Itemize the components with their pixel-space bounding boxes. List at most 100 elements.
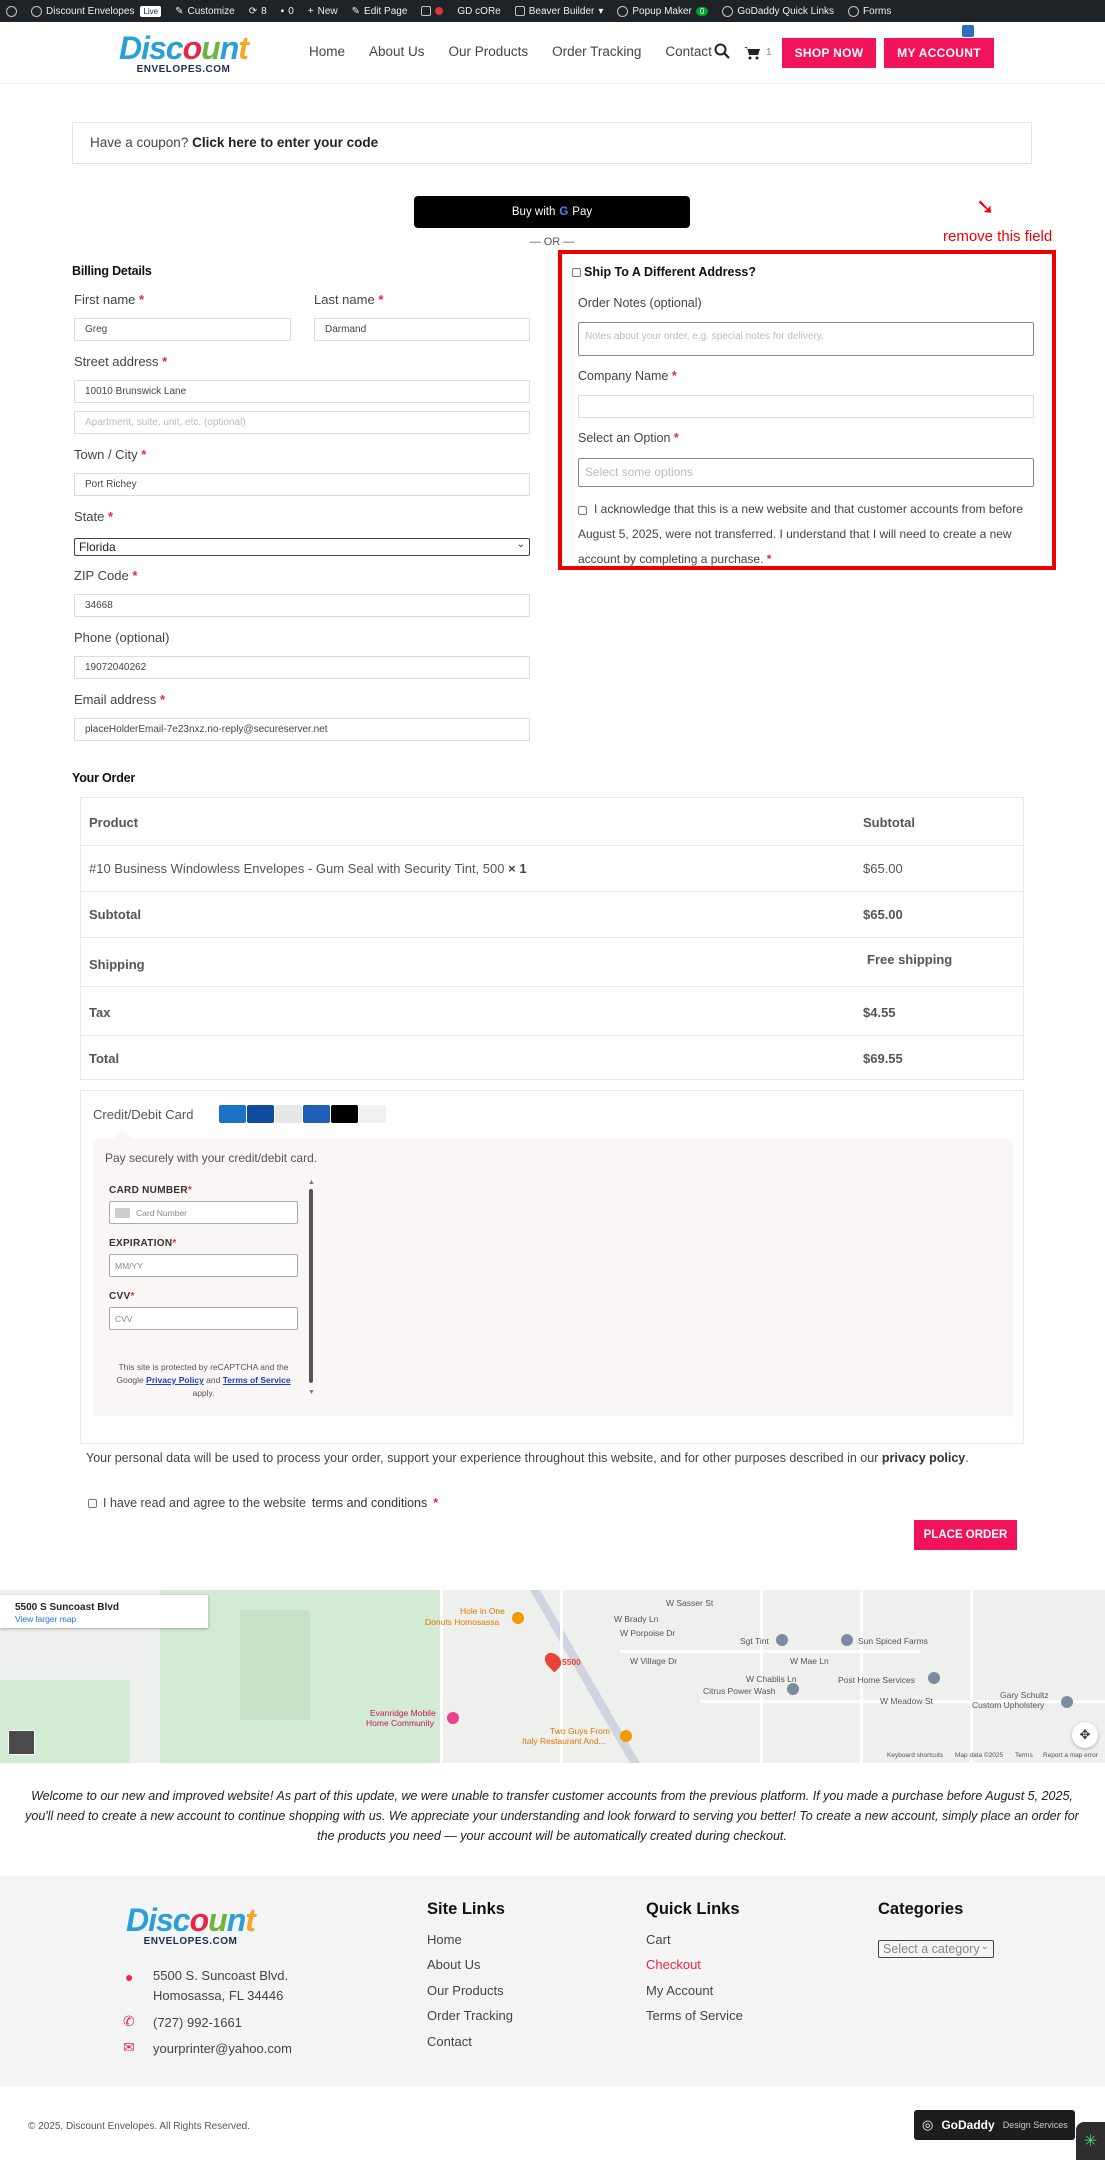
search-icon[interactable] xyxy=(714,43,730,62)
state-select[interactable]: Florida ⌄ xyxy=(74,538,530,556)
nav-about-us[interactable]: About Us xyxy=(369,44,425,59)
google-pay-button[interactable]: Buy with G Pay xyxy=(414,196,690,228)
cart-icon[interactable]: 1 xyxy=(744,46,772,60)
citrus-wash-poi-icon[interactable] xyxy=(787,1683,799,1695)
nav-order-tracking[interactable]: Order Tracking xyxy=(552,44,641,59)
expiration-field[interactable]: MM/YY xyxy=(109,1254,298,1277)
admin-popup-maker[interactable]: Popup Maker 0 xyxy=(617,5,709,17)
admin-forms[interactable]: Forms xyxy=(848,5,891,17)
zip-label: ZIP Code * xyxy=(74,568,138,583)
admin-bar: Discount Envelopes Live ✎ Customize ⟳ 8 ▪ 0… xyxy=(0,0,1105,22)
admin-yoast[interactable] xyxy=(421,6,444,16)
footer-link-cart[interactable]: Cart xyxy=(646,1932,671,1947)
admin-site-name[interactable]: Discount Envelopes xyxy=(31,5,134,17)
brush-icon: ✎ xyxy=(175,5,184,17)
place-order-button[interactable]: PLACE ORDER xyxy=(914,1520,1017,1550)
mastercard-icon xyxy=(331,1105,358,1123)
view-larger-map-link[interactable]: View larger map xyxy=(15,1614,76,1624)
admin-customize[interactable]: ✎ Customize xyxy=(175,6,235,17)
terms-link[interactable]: terms and conditions xyxy=(312,1496,427,1510)
footer-link-our-products[interactable]: Our Products xyxy=(427,1983,504,1998)
footer-logo[interactable]: Discount ENVELOPES.COM xyxy=(126,1904,256,1947)
beaver-icon xyxy=(514,6,525,16)
shop-now-button[interactable]: SHOP NOW xyxy=(782,38,876,68)
popup-icon xyxy=(617,5,629,17)
admin-beaver-builder[interactable]: Beaver Builder ▾ xyxy=(514,6,603,17)
footer-link-contact[interactable]: Contact xyxy=(427,2034,472,2049)
order-notes-textarea[interactable]: Notes about your order, e.g. special not… xyxy=(578,322,1034,356)
upholstery-poi-icon[interactable] xyxy=(1061,1696,1073,1708)
footer-phone[interactable]: (727) 992-1661 xyxy=(153,2013,242,2033)
wordpress-logo-item[interactable] xyxy=(6,5,17,17)
welcome-notice: Welcome to our new and improved website!… xyxy=(25,1789,1079,1843)
card-number-field[interactable]: Card Number xyxy=(109,1201,298,1224)
nav-our-products[interactable]: Our Products xyxy=(449,44,529,59)
mobile-home-poi-icon[interactable] xyxy=(447,1712,459,1724)
scroll-down-icon[interactable]: ▼ xyxy=(308,1389,315,1396)
footer-link-my-account[interactable]: My Account xyxy=(646,1983,713,1998)
donut-poi-icon[interactable] xyxy=(512,1612,524,1624)
footer-link-home[interactable]: Home xyxy=(427,1932,462,1947)
street2-field[interactable]: Apartment, suite, unit, etc. (optional) xyxy=(74,411,530,434)
site-logo[interactable]: Discount ENVELOPES.COM xyxy=(119,32,249,75)
last-name-field[interactable]: Darmand xyxy=(314,318,530,341)
privacy-policy-link[interactable]: Privacy Policy xyxy=(146,1375,204,1385)
footer-link-checkout[interactable]: Checkout xyxy=(646,1957,701,1972)
terms-checkbox[interactable] xyxy=(88,1498,97,1508)
admin-edit-page[interactable]: ✎ Edit Page xyxy=(352,6,408,17)
footer-email[interactable]: yourprinter@yahoo.com xyxy=(153,2039,292,2059)
keyboard-shortcuts-link[interactable]: Keyboard shortcuts xyxy=(887,1752,943,1759)
street-view-thumbnail[interactable] xyxy=(8,1730,35,1755)
sgt-tint-poi-icon[interactable] xyxy=(776,1634,788,1646)
scroll-up-icon[interactable]: ▲ xyxy=(308,1179,315,1186)
coupon-notice: Have a coupon? Click here to enter your … xyxy=(72,122,1032,164)
live-badge: Live xyxy=(140,5,162,17)
map-address: 5500 S Suncoast Blvd xyxy=(15,1602,119,1613)
nav-home[interactable]: Home xyxy=(309,44,345,59)
footer-link-order-tracking[interactable]: Order Tracking xyxy=(427,2008,513,2023)
state-label: State * xyxy=(74,509,114,524)
map-terms-link[interactable]: Terms xyxy=(1015,1752,1033,1759)
post-home-poi-icon[interactable] xyxy=(928,1672,940,1684)
first-name-field[interactable]: Greg xyxy=(74,318,291,341)
email-field[interactable]: placeHolderEmail-7e23nxz.no-reply@secure… xyxy=(74,718,530,741)
billing-heading: Billing Details xyxy=(72,264,152,278)
card-payment-box: Pay securely with your credit/debit card… xyxy=(93,1130,1013,1416)
footer-link-about-us[interactable]: About Us xyxy=(427,1957,480,1972)
credit-card-method-label[interactable]: Credit/Debit Card xyxy=(93,1107,193,1122)
cvv-field[interactable]: CVV xyxy=(109,1307,298,1330)
sun-spiced-poi-icon[interactable] xyxy=(841,1634,853,1646)
admin-updates[interactable]: ⟳ 8 xyxy=(249,6,267,17)
admin-quick-links[interactable]: GoDaddy Quick Links xyxy=(722,5,834,17)
status-dot-icon xyxy=(435,7,444,15)
admin-new[interactable]: + New xyxy=(308,6,338,17)
coupon-link[interactable]: Click here to enter your code xyxy=(192,135,378,150)
ship-different-checkbox[interactable] xyxy=(572,268,581,277)
ai-assistant-icon[interactable]: ✳ xyxy=(1076,2122,1105,2160)
restaurant-poi-icon[interactable] xyxy=(620,1730,632,1742)
pencil-icon: ✎ xyxy=(351,5,361,17)
card-form-scrollbar[interactable]: ▲ ▼ xyxy=(308,1179,315,1401)
quick-links-title: Quick Links xyxy=(646,1900,740,1918)
tax-row: Tax $4.55 xyxy=(81,987,1023,1036)
embedded-map[interactable]: 5500 S Suncoast Blvd View larger map 550… xyxy=(0,1590,1105,1763)
card-form: CARD NUMBER* Card Number EXPIRATION* MM/… xyxy=(105,1179,301,1401)
select-option-field[interactable]: Select some options xyxy=(578,458,1034,487)
phone-field[interactable]: 19072040262 xyxy=(74,656,530,679)
admin-gd-core[interactable]: GD cORe xyxy=(457,6,500,17)
zip-field[interactable]: 34668 xyxy=(74,594,530,617)
footer-link-terms[interactable]: Terms of Service xyxy=(646,2008,743,2023)
nav-contact[interactable]: Contact xyxy=(665,44,712,59)
terms-of-service-link[interactable]: Terms of Service xyxy=(223,1375,291,1385)
company-name-field[interactable] xyxy=(578,395,1034,418)
category-select[interactable]: Select a category ⌄ xyxy=(878,1940,994,1958)
report-map-error-link[interactable]: Report a map error xyxy=(1043,1752,1098,1759)
privacy-policy-page-link[interactable]: privacy policy xyxy=(882,1451,965,1465)
fullscreen-icon[interactable]: ✥ xyxy=(1072,1722,1098,1748)
town-field[interactable]: Port Richey xyxy=(74,473,530,496)
street-field[interactable]: 10010 Brunswick Lane xyxy=(74,380,530,403)
shipping-row: Shipping Free shipping xyxy=(81,938,1023,987)
my-account-button[interactable]: MY ACCOUNT xyxy=(884,38,994,68)
admin-comments[interactable]: ▪ 0 xyxy=(281,6,294,17)
godaddy-badge[interactable]: ◎ GoDaddy Design Services xyxy=(914,2110,1075,2140)
